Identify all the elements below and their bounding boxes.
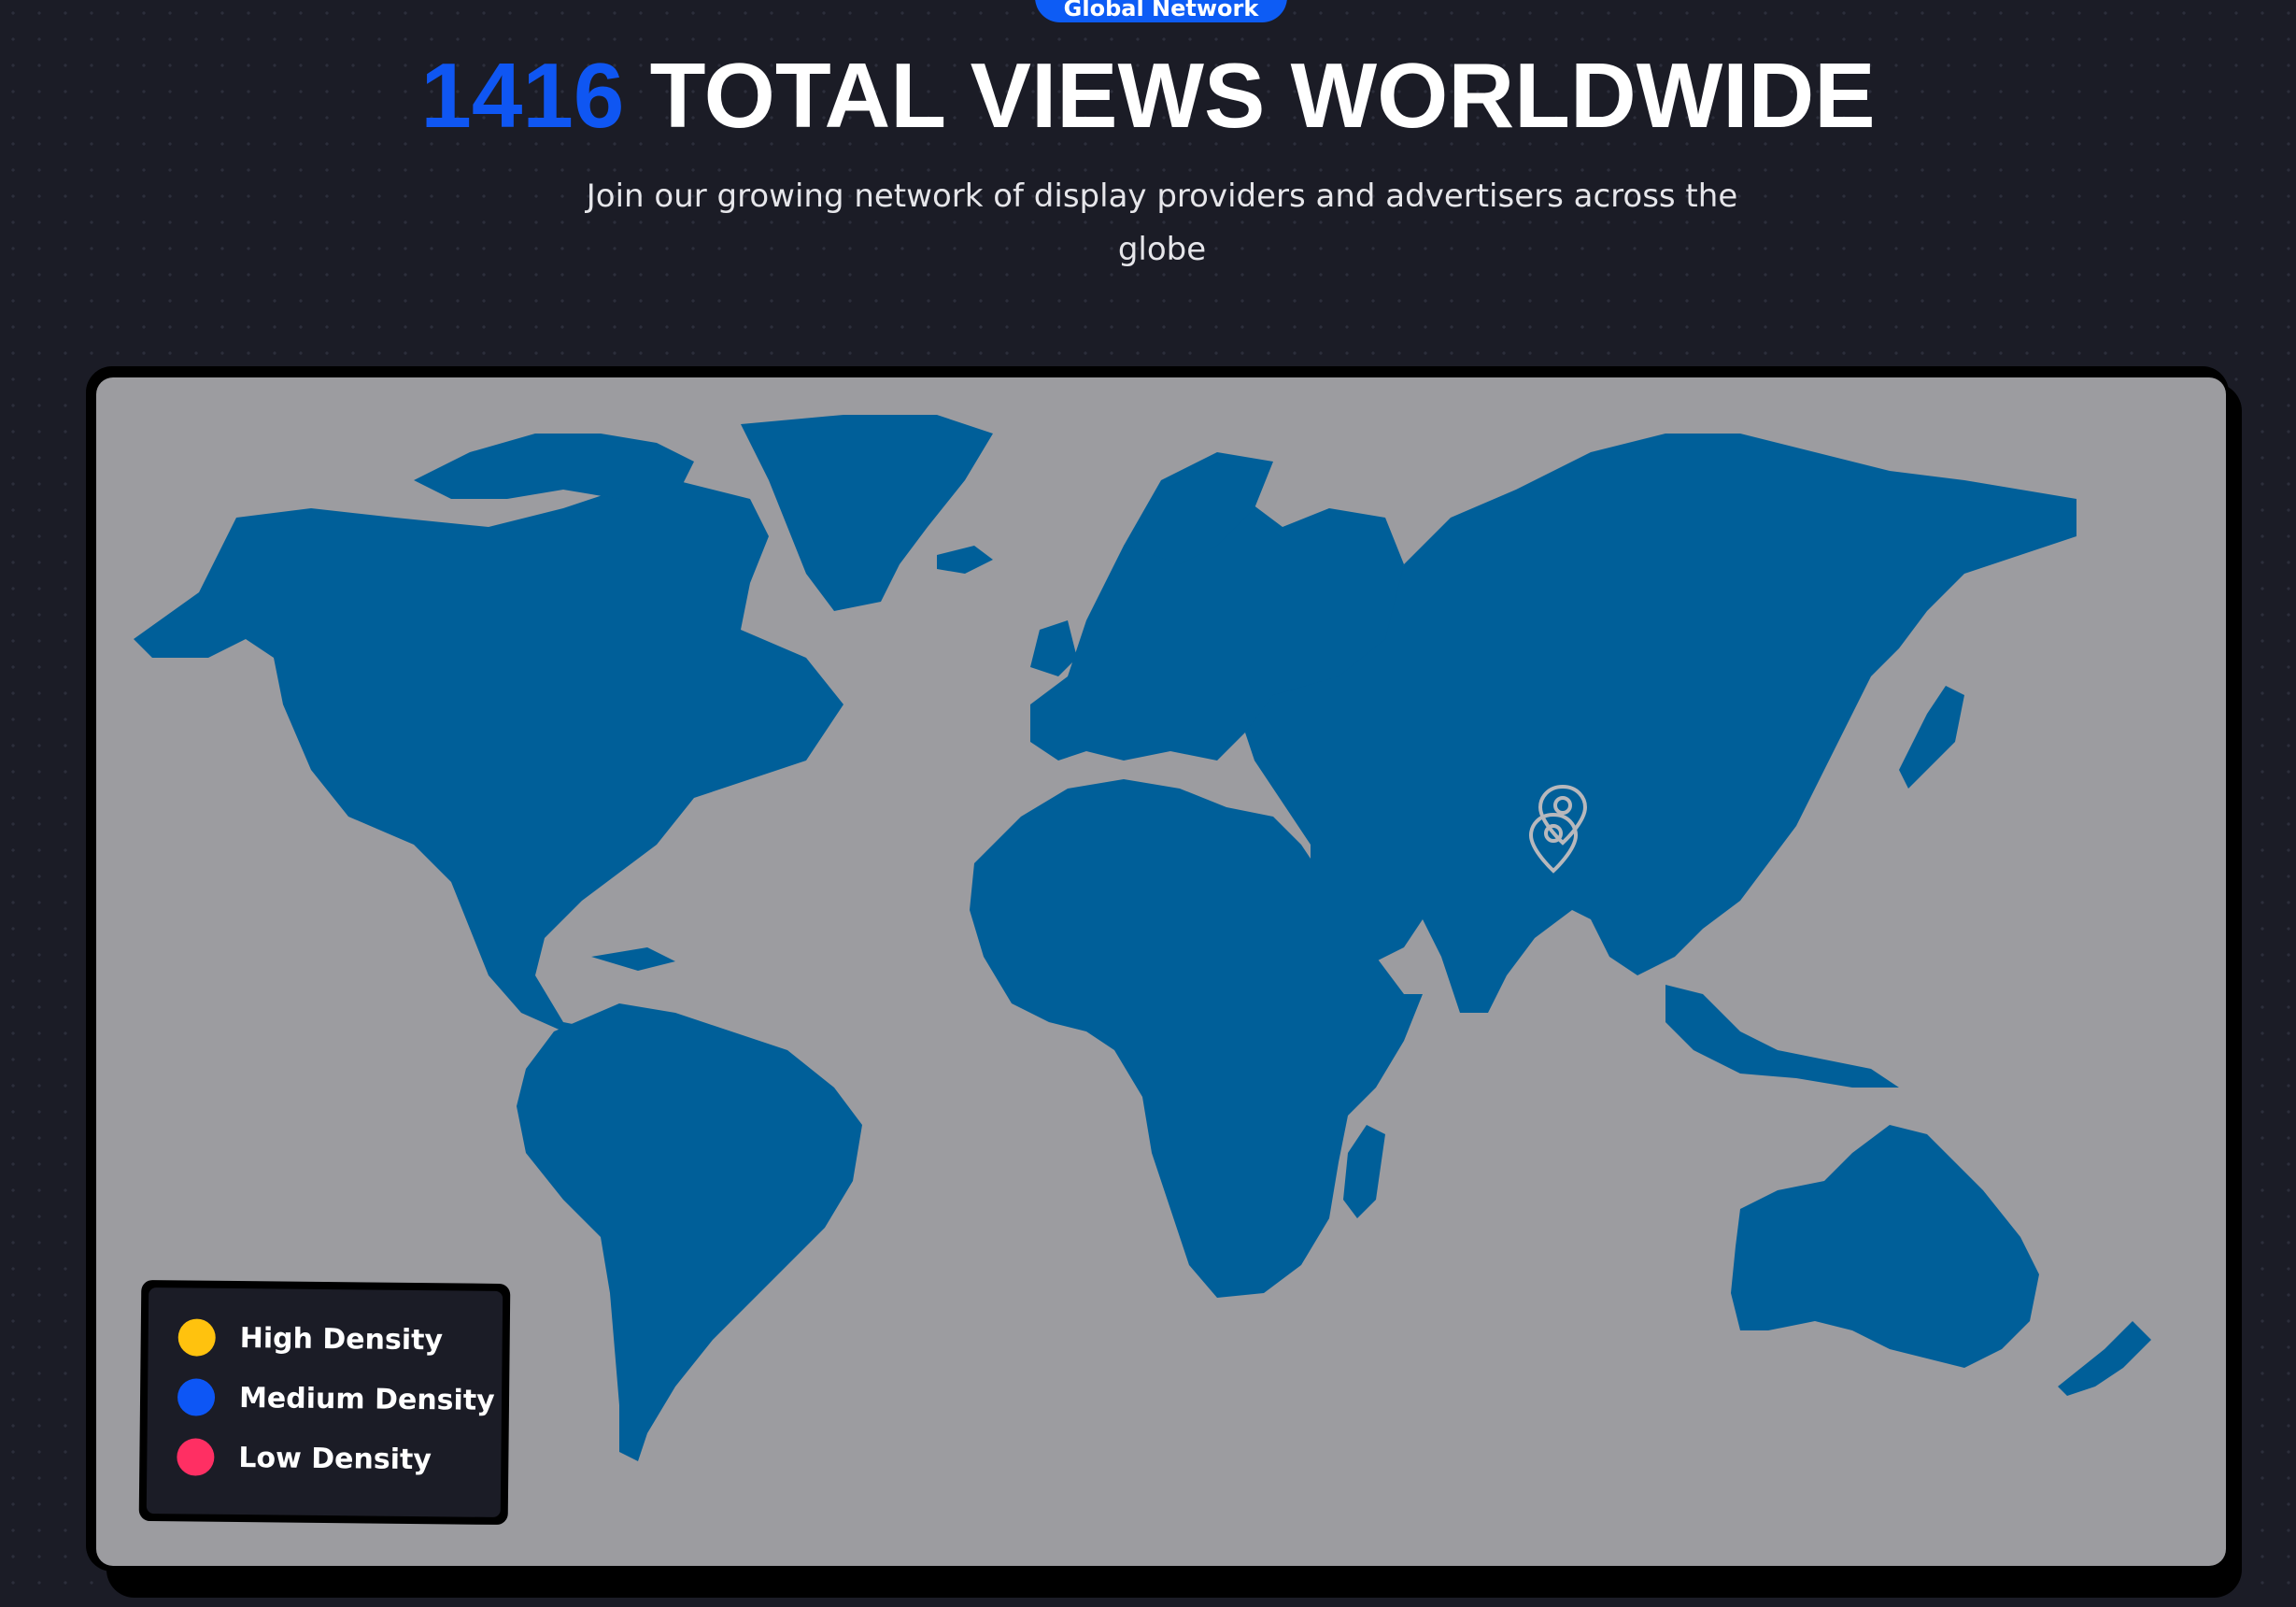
- global-network-badge: Global Network: [1035, 0, 1287, 22]
- new-zealand[interactable]: [2058, 1321, 2151, 1396]
- caribbean[interactable]: [591, 947, 675, 971]
- legend-item-low-density: Low Density: [177, 1433, 432, 1483]
- south-america[interactable]: [517, 1003, 862, 1461]
- greenland[interactable]: [741, 415, 993, 611]
- high-density-dot-icon: [177, 1318, 216, 1357]
- legend-label: Low Density: [238, 1441, 432, 1476]
- legend-label: Medium Density: [238, 1381, 495, 1417]
- medium-density-dot-icon: [177, 1378, 216, 1416]
- legend-item-high-density: High Density: [177, 1314, 443, 1363]
- page-title: 1416 TOTAL VIEWS WORLDWIDE: [0, 39, 2296, 151]
- australia[interactable]: [1731, 1125, 2039, 1368]
- global-network-badge-label: Global Network: [1063, 0, 1259, 21]
- north-america[interactable]: [134, 480, 843, 1088]
- southeast-asia-islands[interactable]: [1665, 985, 1899, 1088]
- japan[interactable]: [1899, 686, 1964, 789]
- iceland[interactable]: [937, 546, 993, 574]
- total-views-count: 1416: [420, 44, 625, 147]
- madagascar[interactable]: [1343, 1125, 1385, 1218]
- page-subtitle: Join our growing network of display prov…: [586, 178, 1738, 268]
- legend-item-medium-density: Medium Density: [177, 1373, 495, 1424]
- legend-label: High Density: [239, 1321, 444, 1357]
- title-text: TOTAL VIEWS WORLDWIDE: [624, 44, 1876, 147]
- low-density-dot-icon: [177, 1438, 215, 1476]
- density-legend: High Density Medium Density Low Density: [146, 1287, 503, 1517]
- arctic-archipelago[interactable]: [414, 434, 694, 499]
- british-isles[interactable]: [1030, 620, 1077, 676]
